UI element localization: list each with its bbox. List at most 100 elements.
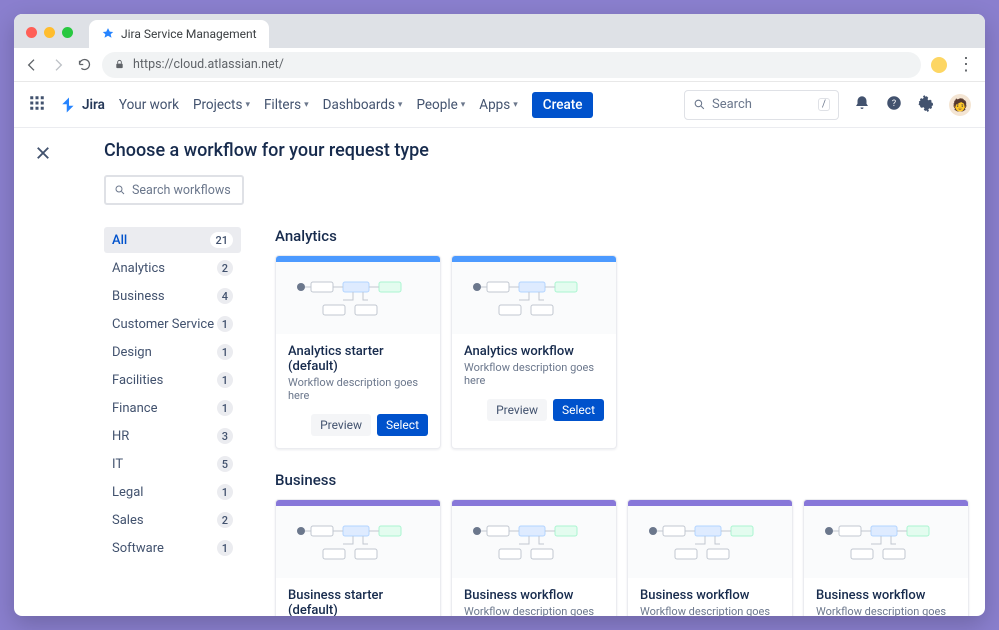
product-name: Jira — [82, 97, 105, 113]
category-item[interactable]: Legal 1 — [104, 479, 241, 505]
category-label: Sales — [112, 513, 144, 528]
category-label: Legal — [112, 485, 143, 500]
help-icon[interactable]: ? — [885, 94, 903, 116]
card-description: Workflow description goes here — [816, 605, 956, 616]
reload-button[interactable] — [76, 57, 92, 73]
jira-logo[interactable]: Jira — [60, 96, 105, 114]
page-title: Choose a workflow for your request type — [104, 140, 969, 161]
search-shortcut: / — [818, 98, 830, 111]
nav-your-work[interactable]: Your work — [119, 97, 179, 113]
workflow-thumbnail — [452, 506, 616, 578]
card-title: Analytics starter (default) — [288, 344, 428, 374]
category-item[interactable]: Customer Service1 — [104, 311, 241, 337]
search-placeholder: Search — [712, 97, 752, 112]
card-title: Business workflow — [816, 588, 956, 603]
category-label: Analytics — [112, 261, 165, 276]
tab-title: Jira Service Management — [121, 27, 257, 41]
category-list: All21Analytics2Business4Customer Service… — [104, 227, 241, 616]
lock-icon — [114, 59, 125, 70]
workflow-search-placeholder: Search workflows — [132, 183, 231, 198]
browser-toolbar: https://cloud.atlassian.net/ ⋮ — [14, 48, 985, 82]
category-item[interactable]: Finance 1 — [104, 395, 241, 421]
browser-tabbar: Jira Service Management — [14, 14, 985, 48]
category-label: Software — [112, 541, 164, 556]
nav-apps[interactable]: Apps▾ — [479, 97, 517, 113]
jira-icon — [60, 96, 78, 114]
preview-button[interactable]: Preview — [487, 399, 547, 421]
category-item[interactable]: IT5 — [104, 451, 241, 477]
forward-button[interactable] — [50, 57, 66, 73]
card-description: Workflow description goes here — [288, 376, 428, 402]
chevron-down-icon: ▾ — [513, 100, 518, 110]
card-title: Business workflow — [640, 588, 780, 603]
category-label: Customer Service — [112, 317, 214, 332]
user-avatar[interactable]: 🧑 — [949, 94, 971, 116]
browser-menu-icon[interactable]: ⋮ — [957, 54, 975, 75]
card-row-business: Business starter (default) Workflow desc… — [275, 499, 969, 616]
templates-panel: Analytics Analytics starter (default) Wo… — [275, 227, 969, 616]
select-button[interactable]: Select — [377, 414, 428, 436]
category-item[interactable]: Analytics 2 — [104, 255, 241, 281]
category-item[interactable]: All 21 — [104, 227, 241, 253]
workflow-thumbnail — [804, 506, 968, 578]
select-button[interactable]: Select — [553, 399, 604, 421]
category-item[interactable]: Design1 — [104, 339, 241, 365]
workflow-thumbnail — [452, 262, 616, 334]
category-count-badge: 2 — [217, 260, 233, 276]
category-count-badge: 2 — [217, 512, 233, 528]
category-count-badge: 1 — [217, 344, 233, 360]
url-text: https://cloud.atlassian.net/ — [133, 57, 284, 72]
section-heading-business: Business — [275, 471, 969, 489]
maximize-window-icon[interactable] — [62, 27, 73, 38]
nav-dashboards[interactable]: Dashboards▾ — [323, 97, 403, 113]
chevron-down-icon: ▾ — [304, 100, 309, 110]
workflow-card: Business starter (default) Workflow desc… — [275, 499, 441, 616]
workflow-card: Business workflow Workflow description g… — [451, 499, 617, 616]
jira-service-icon — [101, 27, 115, 41]
minimize-window-icon[interactable] — [44, 27, 55, 38]
category-count-badge: 1 — [217, 400, 233, 416]
close-window-icon[interactable] — [26, 27, 37, 38]
category-item[interactable]: Sales 2 — [104, 507, 241, 533]
address-bar[interactable]: https://cloud.atlassian.net/ — [102, 52, 921, 78]
browser-tab[interactable]: Jira Service Management — [89, 20, 269, 48]
category-item[interactable]: Software 1 — [104, 535, 241, 561]
svg-text:?: ? — [892, 99, 896, 109]
category-label: Business — [112, 289, 165, 304]
category-label: Facilities — [112, 373, 163, 388]
close-dialog-icon[interactable] — [34, 147, 52, 166]
global-search[interactable]: Search / — [684, 90, 839, 120]
chevron-down-icon: ▾ — [461, 100, 466, 110]
category-item[interactable]: HR3 — [104, 423, 241, 449]
card-title: Analytics workflow — [464, 344, 604, 359]
chevron-down-icon: ▾ — [245, 100, 250, 110]
section-heading-analytics: Analytics — [275, 227, 969, 245]
category-count-badge: 1 — [217, 540, 233, 556]
category-count-badge: 1 — [217, 372, 233, 388]
workflow-card: Analytics workflow Workflow description … — [451, 255, 617, 449]
workflow-card: Business workflow Workflow description g… — [803, 499, 969, 616]
app-switcher-icon[interactable] — [28, 94, 46, 116]
preview-button[interactable]: Preview — [311, 414, 371, 436]
search-icon — [693, 98, 706, 111]
category-item[interactable]: Business4 — [104, 283, 241, 309]
notifications-icon[interactable] — [853, 94, 871, 116]
nav-people[interactable]: People▾ — [416, 97, 465, 113]
window-controls — [24, 27, 79, 48]
settings-icon[interactable] — [917, 94, 935, 116]
workflow-card: Analytics starter (default) Workflow des… — [275, 255, 441, 449]
browser-window: Jira Service Management https://cloud.at… — [14, 14, 985, 616]
back-button[interactable] — [24, 57, 40, 73]
category-count-badge: 1 — [217, 484, 233, 500]
card-description: Workflow description goes here — [640, 605, 780, 616]
category-count-badge: 21 — [210, 232, 233, 248]
category-label: Finance — [112, 401, 157, 416]
category-item[interactable]: Facilities 1 — [104, 367, 241, 393]
create-button[interactable]: Create — [532, 92, 594, 118]
nav-projects[interactable]: Projects▾ — [193, 97, 250, 113]
category-label: All — [112, 233, 127, 248]
nav-filters[interactable]: Filters▾ — [264, 97, 309, 113]
workflow-thumbnail — [276, 262, 440, 334]
workflow-search[interactable]: Search workflows — [104, 175, 244, 205]
browser-profile-icon[interactable] — [931, 57, 947, 73]
